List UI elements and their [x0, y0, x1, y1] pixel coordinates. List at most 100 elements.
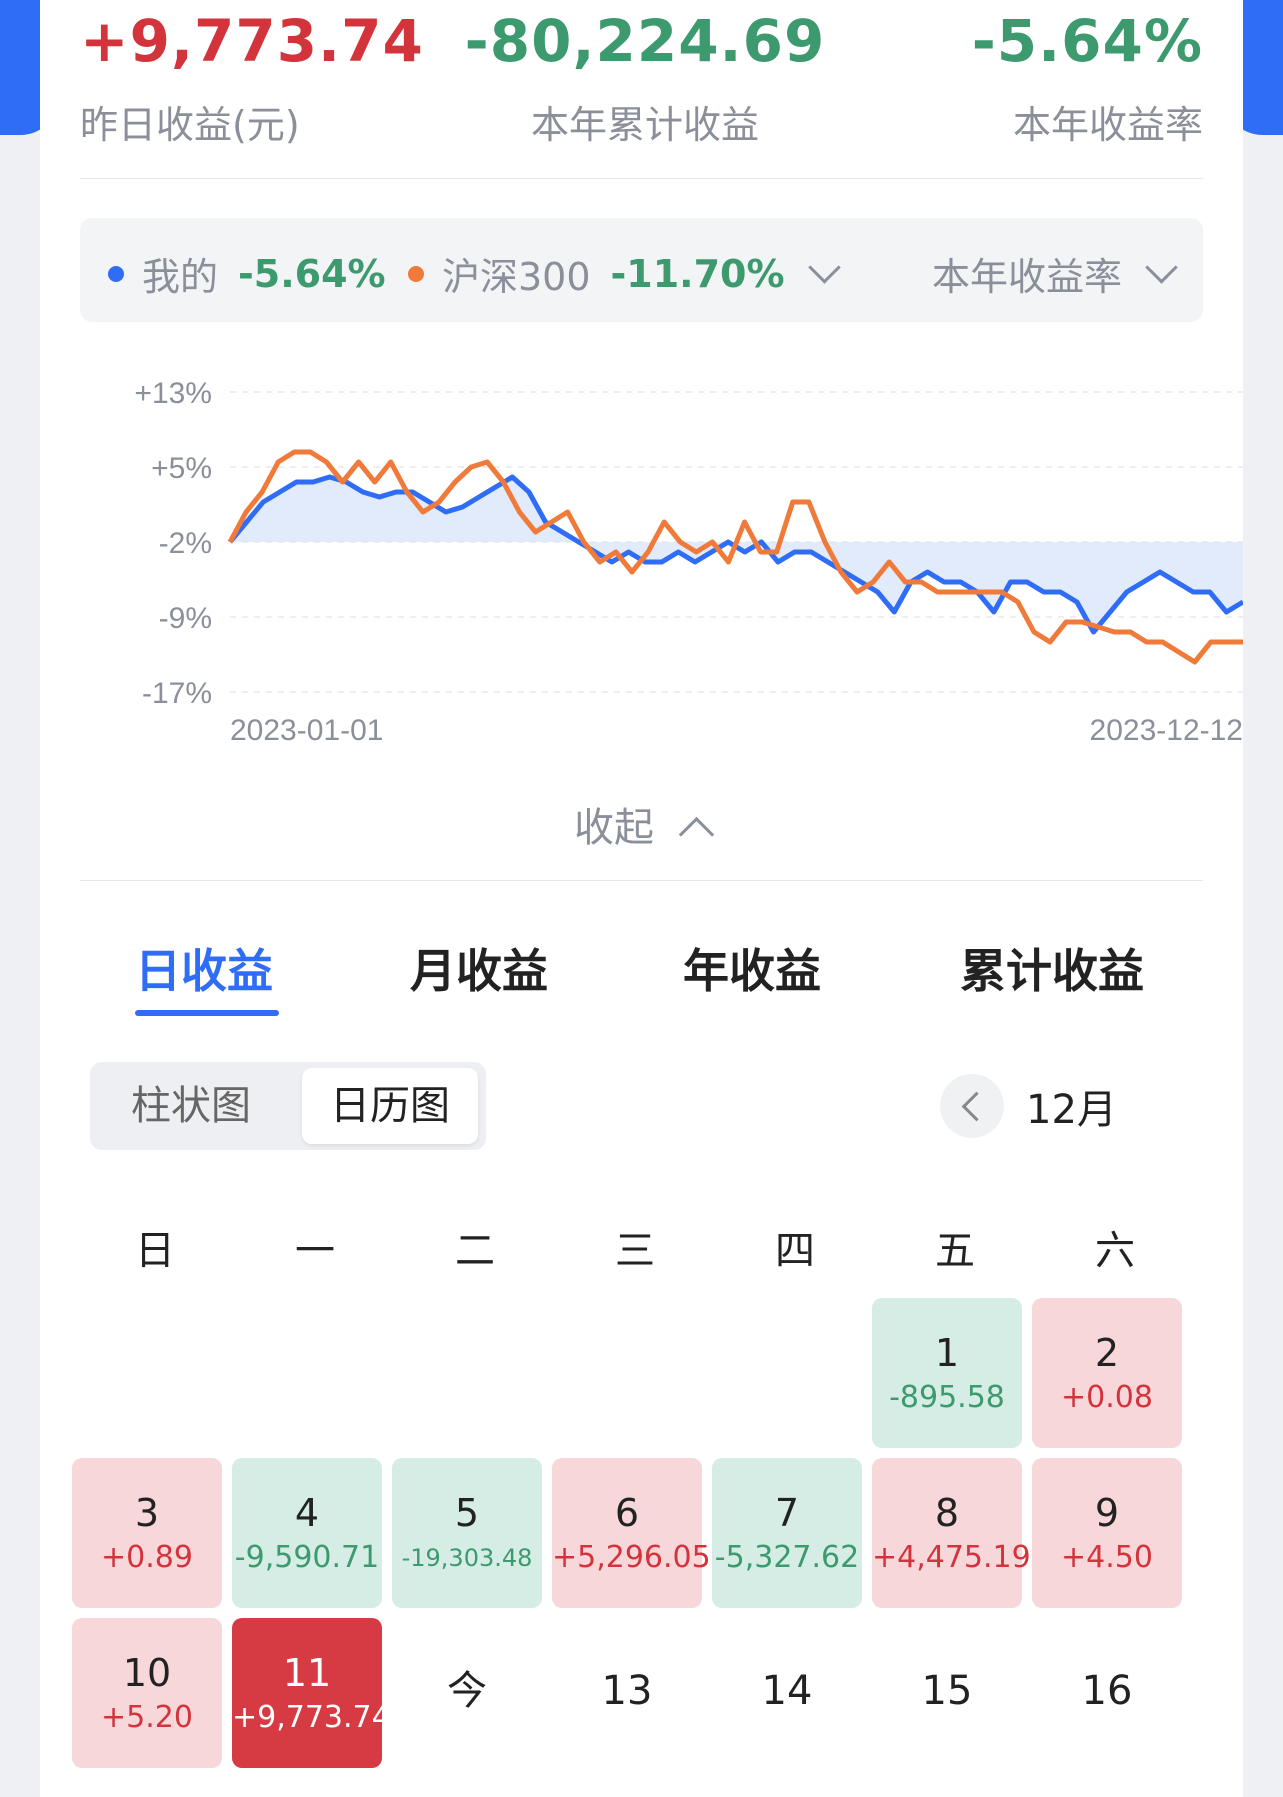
legend-mine: 我的 -5.64%: [108, 246, 386, 301]
weekday-label: 六: [1095, 1228, 1135, 1274]
calendar-day-earnings: +5,296.05: [552, 1540, 711, 1575]
calendar-day-earnings: -5,327.62: [714, 1540, 860, 1575]
calendar-day[interactable]: 16: [1032, 1618, 1182, 1768]
collapse-button[interactable]: 收起: [40, 795, 1243, 853]
collapse-label: 收起: [574, 805, 654, 851]
calendar-view-button[interactable]: 日历图: [302, 1068, 478, 1144]
ytd-earnings-value: -80,224.69: [464, 7, 826, 75]
calendar-day-number: 10: [122, 1651, 172, 1695]
calendar-day-earnings: -9,590.71: [234, 1540, 380, 1575]
calendar-day[interactable]: 2 +0.08: [1032, 1298, 1182, 1448]
calendar-day[interactable]: 1 -895.58: [872, 1298, 1022, 1448]
calendar-day-earnings: +0.08: [1061, 1380, 1153, 1415]
calendar-day-number: 15: [921, 1668, 973, 1714]
calendar-day[interactable]: 5 -19,303.48: [392, 1458, 542, 1608]
active-tab-indicator: [135, 1010, 279, 1016]
calendar-day-number: 8: [934, 1491, 960, 1535]
calendar-day-number: 1: [934, 1331, 960, 1375]
calendar-day-number: 14: [761, 1668, 813, 1714]
calendar-day[interactable]: 13: [552, 1618, 702, 1768]
y-tick-label: +13%: [134, 377, 212, 410]
divider: [80, 178, 1203, 179]
calendar-day-earnings: +5.20: [101, 1700, 193, 1735]
yesterday-earnings-value: +9,773.74: [80, 7, 424, 75]
benchmark-selector[interactable]: 沪深300 -11.70%: [408, 246, 841, 301]
earnings-tabs: 日收益 月收益 年收益 累计收益: [80, 935, 1203, 1025]
calendar-day-number: 13: [601, 1668, 653, 1714]
calendar-day-number: 今: [447, 1668, 487, 1714]
y-tick-label: +5%: [151, 452, 212, 485]
calendar-day-number: 9: [1094, 1491, 1120, 1535]
metric-label: 本年收益率: [931, 255, 1122, 299]
legend-mine-label: 我的: [142, 255, 219, 299]
weekday-label: 日: [135, 1228, 175, 1274]
calendar-day-earnings: +4.50: [1061, 1540, 1153, 1575]
divider: [80, 880, 1203, 881]
calendar-day[interactable]: 6 +5,296.05: [552, 1458, 711, 1608]
view-toggle: 柱状图 日历图: [90, 1062, 486, 1150]
benchmark-dot-icon: [408, 265, 424, 282]
tab-yearly[interactable]: 年收益: [683, 935, 821, 1001]
yesterday-earnings: +9,773.74 昨日收益(元): [80, 6, 424, 149]
x-tick-label: 2023-12-12: [1090, 714, 1243, 747]
chart-legend-bar: 我的 -5.64% 沪深300 -11.70% 本年收益率: [80, 218, 1203, 322]
calendar-day-earnings: -19,303.48: [401, 1544, 533, 1572]
calendar-day[interactable]: 4 -9,590.71: [232, 1458, 382, 1608]
calendar-day[interactable]: 7 -5,327.62: [712, 1458, 862, 1608]
legend-benchmark-pct: -11.70%: [610, 251, 785, 296]
calendar-day[interactable]: 9 +4.50: [1032, 1458, 1182, 1608]
weekday-label: 一: [295, 1228, 335, 1274]
calendar-day-number: 11: [282, 1651, 332, 1695]
calendar-day[interactable]: 15: [872, 1618, 1022, 1768]
tab-daily[interactable]: 日收益: [135, 935, 273, 1001]
calendar-day[interactable]: 8 +4,475.19: [872, 1458, 1031, 1608]
mine-dot-icon: [108, 265, 124, 282]
tab-monthly[interactable]: 月收益: [410, 935, 548, 1001]
calendar-day-number: 4: [294, 1491, 320, 1535]
y-tick-label: -2%: [159, 527, 212, 560]
calendar-day-number: 7: [774, 1491, 800, 1535]
tab-cumulative[interactable]: 累计收益: [960, 935, 1144, 1001]
summary-stats: +9,773.74 昨日收益(元) -80,224.69 本年累计收益 -5.6…: [40, 0, 1243, 180]
ytd-earnings: -80,224.69 本年累计收益: [440, 6, 850, 149]
ytd-earnings-label: 本年累计收益: [530, 103, 759, 147]
ytd-return-rate: -5.64% 本年收益率: [972, 6, 1203, 149]
calendar-day-earnings: +0.89: [101, 1540, 193, 1575]
calendar-day-number: 5: [454, 1491, 480, 1535]
weekday-label: 三: [615, 1228, 655, 1274]
return-chart: +13% +5% -2% -9% -17% 2023-01-01 2023-12-12: [80, 360, 1245, 760]
month-nav: 12月: [940, 1074, 1117, 1138]
y-tick-label: -17%: [142, 677, 212, 710]
calendar-day-number: 2: [1094, 1331, 1120, 1375]
calendar-day-number: 16: [1081, 1668, 1133, 1714]
month-label: 12月: [1026, 1087, 1117, 1133]
yesterday-earnings-label: 昨日收益(元): [80, 103, 300, 147]
series-mine-area: [230, 477, 1243, 632]
calendar-day[interactable]: 14: [712, 1618, 862, 1768]
x-tick-label: 2023-01-01: [230, 714, 383, 747]
calendar-day[interactable]: 今: [392, 1618, 542, 1768]
chevron-left-icon: [961, 1091, 992, 1122]
calendar-day[interactable]: 10 +5.20: [72, 1618, 222, 1768]
ytd-return-rate-value: -5.64%: [971, 7, 1203, 75]
weekday-label: 四: [775, 1228, 815, 1274]
prev-month-button[interactable]: [940, 1074, 1004, 1138]
calendar-day-number: 3: [134, 1491, 160, 1535]
weekday-label: 二: [455, 1228, 495, 1274]
calendar-day[interactable]: 3 +0.89: [72, 1458, 222, 1608]
chevron-down-icon: [807, 251, 841, 284]
return-chart-svg: +13% +5% -2% -9% -17% 2023-01-01 2023-12-12: [134, 377, 1245, 747]
calendar-day-earnings: +9,773.74: [232, 1700, 391, 1735]
weekday-label: 五: [935, 1228, 975, 1274]
y-tick-label: -9%: [159, 602, 212, 635]
metric-selector[interactable]: 本年收益率: [931, 246, 1178, 301]
ytd-return-rate-label: 本年收益率: [1012, 103, 1203, 147]
chevron-up-icon: [678, 816, 715, 853]
calendar-day-number: 6: [614, 1491, 640, 1535]
calendar-day[interactable]: 11 +9,773.74: [232, 1618, 391, 1768]
chevron-down-icon: [1145, 251, 1178, 284]
legend-benchmark-label: 沪深300: [442, 255, 591, 299]
earnings-card: +9,773.74 昨日收益(元) -80,224.69 本年累计收益 -5.6…: [40, 0, 1245, 1797]
calendar-day-earnings: +4,475.19: [872, 1540, 1031, 1575]
bar-chart-view-button[interactable]: 柱状图: [98, 1068, 284, 1144]
